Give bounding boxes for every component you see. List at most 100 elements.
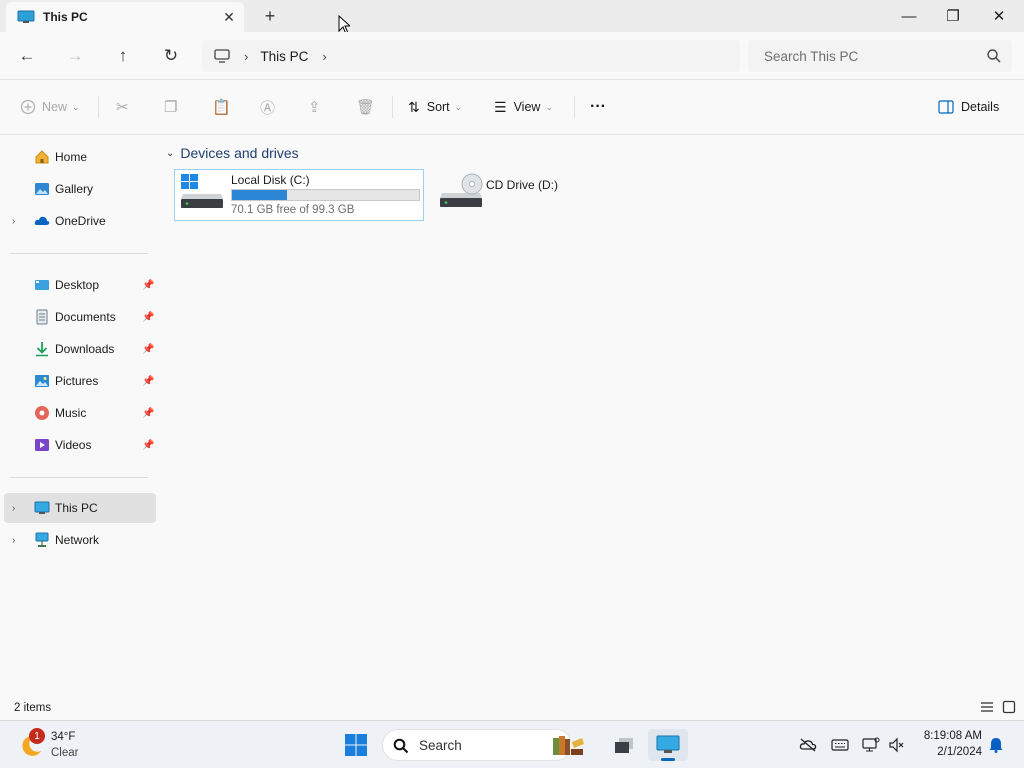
search-icon	[393, 738, 409, 754]
more-options-button[interactable]: ···	[590, 92, 606, 122]
downloads-icon	[36, 342, 48, 357]
back-button[interactable]: ←	[10, 40, 44, 72]
sidebar-item-documents[interactable]: Documents 📌	[4, 302, 156, 332]
keyboard-icon[interactable]	[830, 735, 850, 755]
sidebar-item-pictures[interactable]: Pictures 📌	[4, 366, 156, 396]
task-view-icon	[615, 738, 633, 753]
pin-icon[interactable]: 📌	[142, 312, 154, 323]
details-button[interactable]: Details	[938, 92, 999, 122]
arrow-left-icon: ←	[18, 46, 36, 65]
new-tab-button[interactable]: +	[256, 3, 284, 29]
sidebar-item-label: Documents	[55, 310, 116, 324]
taskbar-books-app[interactable]	[548, 729, 588, 761]
copy-icon: ❐	[164, 99, 178, 116]
scissors-icon: ✂	[116, 99, 129, 116]
tab-this-pc[interactable]: This PC ✕	[6, 2, 244, 32]
share-icon: ⇪	[308, 99, 321, 116]
command-bar: New ⌄ ✂ ❐ 📋 Ⓐ ⇪ 🗑 ⇅ Sort ⌄ ☰ View ⌄ ··· …	[0, 80, 1024, 135]
active-app-indicator	[661, 758, 675, 761]
sidebar-item-this-pc[interactable]: › This PC	[4, 493, 156, 523]
clock[interactable]: 8:19:08 AM 2/1/2024	[912, 728, 982, 760]
sidebar-item-gallery[interactable]: Gallery	[4, 174, 156, 204]
drive-free-space: 70.1 GB free of 99.3 GB	[231, 204, 355, 216]
close-window-button[interactable]: ✕	[976, 0, 1022, 32]
search-placeholder: Search This PC	[764, 48, 859, 64]
sidebar-item-videos[interactable]: Videos 📌	[4, 430, 156, 460]
drive-usage-bar	[231, 189, 420, 201]
pin-icon[interactable]: 📌	[142, 344, 154, 355]
view-button[interactable]: ☰ View ⌄	[494, 92, 553, 122]
volume-muted-icon[interactable]	[887, 735, 907, 755]
chevron-down-icon: ⌄	[166, 147, 175, 159]
notification-bell-icon[interactable]	[986, 735, 1006, 755]
forward-button[interactable]: →	[58, 40, 92, 72]
close-tab-button[interactable]: ✕	[214, 5, 244, 29]
minimize-button[interactable]: —	[886, 0, 932, 32]
rename-button[interactable]: Ⓐ	[260, 92, 275, 122]
sidebar-item-network[interactable]: › Network	[4, 525, 156, 555]
drive-usage-fill	[232, 190, 287, 200]
share-button[interactable]: ⇪	[308, 92, 321, 122]
sidebar-item-downloads[interactable]: Downloads 📌	[4, 334, 156, 364]
sidebar-item-music[interactable]: Music 📌	[4, 398, 156, 428]
paste-button[interactable]: 📋	[212, 92, 231, 122]
clock-time: 8:19:08 AM	[923, 730, 982, 742]
chevron-right-icon: ›	[244, 48, 249, 64]
sort-icon: ⇅	[408, 98, 420, 115]
sidebar-item-label: Home	[55, 150, 88, 164]
divider	[574, 96, 575, 118]
new-label: New	[42, 100, 68, 114]
breadcrumb-this-pc[interactable]: This PC	[260, 49, 308, 64]
navigation-pane: Home Gallery › OneDrive Desktop 📌 Docume…	[0, 135, 158, 691]
gallery-icon	[35, 183, 49, 195]
sidebar-item-label: Gallery	[55, 182, 94, 196]
breadcrumb[interactable]: › This PC ›	[202, 40, 740, 72]
up-button[interactable]: ↑	[106, 40, 140, 72]
sort-button[interactable]: ⇅ Sort ⌄	[408, 92, 462, 122]
chevron-down-icon: ⌄	[72, 101, 80, 112]
sidebar-item-label: Music	[55, 406, 87, 420]
search-input[interactable]: Search This PC	[748, 40, 1012, 72]
pictures-icon	[35, 375, 49, 387]
this-pc-icon	[34, 501, 50, 514]
chevron-right-icon[interactable]: ›	[12, 216, 15, 227]
chevron-right-icon[interactable]: ›	[12, 503, 15, 514]
drive-local-disk-c[interactable]: Local Disk (C:) 70.1 GB free of 99.3 GB	[174, 169, 424, 221]
windows-start-icon[interactable]	[344, 733, 368, 757]
new-button[interactable]: New ⌄	[20, 92, 80, 122]
onedrive-offline-icon[interactable]	[798, 735, 818, 755]
chevron-right-icon[interactable]: ›	[322, 49, 326, 64]
weather-widget[interactable]: 1 34°F Clear	[16, 727, 96, 763]
drive-cd-drive-d[interactable]: CD Drive (D:)	[434, 169, 634, 221]
address-bar: ← → ↑ ↻ › This PC › Search This PC	[0, 32, 1024, 80]
view-list-icon: ☰	[494, 98, 507, 115]
file-list: ⌄ Devices and drives Local Disk (C:) 70.…	[158, 135, 1024, 691]
pin-icon[interactable]: 📌	[142, 408, 154, 419]
tiles-view-icon[interactable]	[1002, 700, 1016, 714]
sidebar-item-desktop[interactable]: Desktop 📌	[4, 270, 156, 300]
view-label: View	[513, 100, 541, 114]
refresh-button[interactable]: ↻	[154, 40, 188, 72]
cut-button[interactable]: ✂	[116, 92, 129, 122]
pin-icon[interactable]: 📌	[142, 440, 154, 451]
sidebar-item-label: OneDrive	[55, 214, 106, 228]
network-status-icon[interactable]	[861, 735, 881, 755]
chevron-right-icon[interactable]: ›	[12, 535, 15, 546]
sort-label: Sort	[426, 100, 450, 114]
taskbar-file-explorer[interactable]	[648, 729, 688, 761]
maximize-button[interactable]: ❐	[930, 0, 976, 32]
sidebar-item-onedrive[interactable]: › OneDrive	[4, 206, 156, 236]
plus-circle-icon	[20, 99, 36, 115]
group-header-devices[interactable]: ⌄ Devices and drives	[166, 145, 299, 161]
copy-button[interactable]: ❐	[164, 92, 177, 122]
delete-button[interactable]: 🗑	[356, 92, 375, 122]
pin-icon[interactable]: 📌	[142, 376, 154, 387]
taskbar-task-view[interactable]	[604, 729, 644, 761]
chevron-down-icon: ⌄	[454, 101, 463, 112]
title-bar: This PC ✕ + — ❐ ✕	[0, 0, 1024, 35]
sidebar-item-home[interactable]: Home	[4, 142, 156, 172]
documents-icon	[36, 309, 48, 325]
taskbar-search[interactable]: Search	[382, 729, 572, 761]
details-view-icon[interactable]	[980, 700, 994, 714]
pin-icon[interactable]: 📌	[142, 280, 154, 291]
